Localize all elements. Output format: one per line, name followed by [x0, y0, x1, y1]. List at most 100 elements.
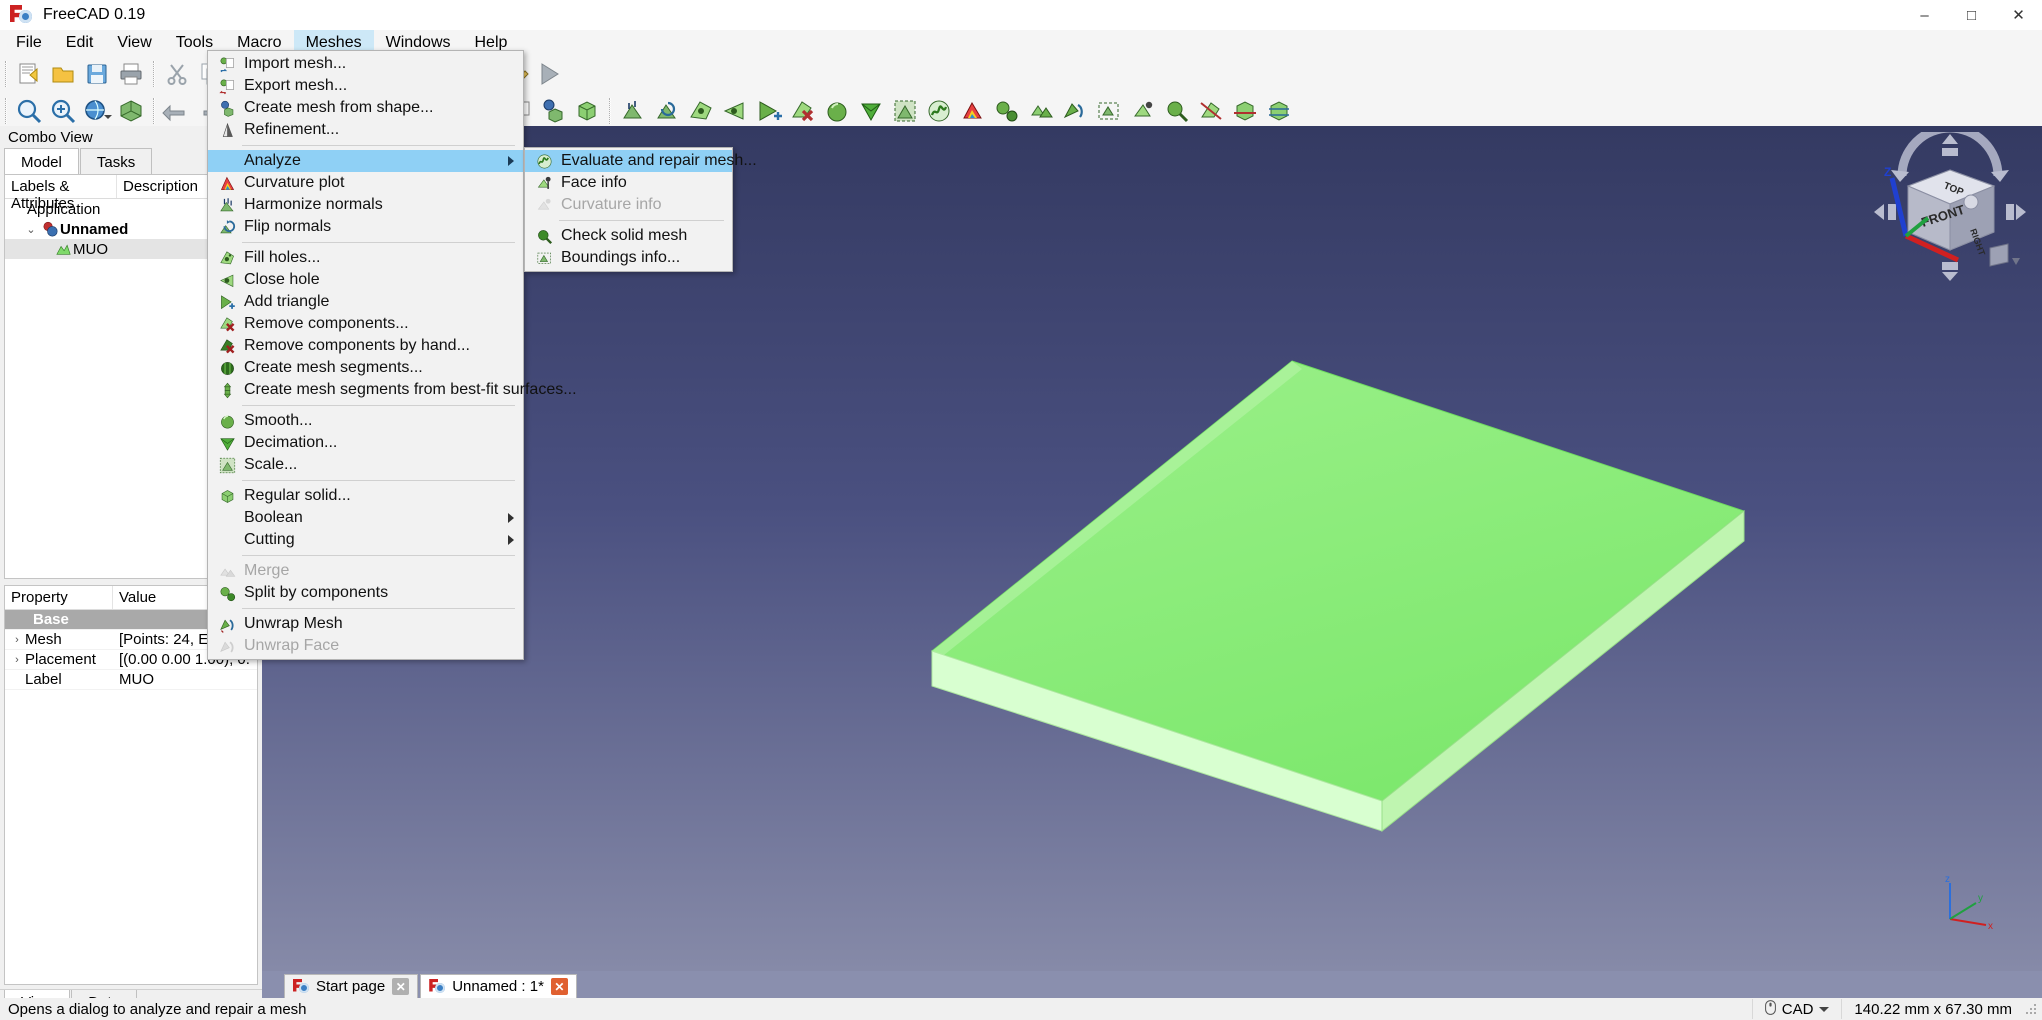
menubar-item-view[interactable]: View — [105, 30, 163, 55]
tab-tasks[interactable]: Tasks — [79, 148, 153, 174]
harmonize-normals-icon[interactable] — [616, 95, 650, 127]
remove-components-icon[interactable] — [786, 95, 820, 127]
section-mesh-icon[interactable] — [1228, 95, 1262, 127]
tree-item-label: Application — [27, 200, 101, 218]
property-value-cell[interactable]: MUO — [113, 671, 257, 688]
menu-item-fill-holes[interactable]: Fill holes... — [208, 247, 523, 269]
menu-item-remove-components[interactable]: Remove components... — [208, 313, 523, 335]
meshes-dropdown-menu[interactable]: Import mesh... Export mesh... Create mesh … — [207, 50, 577, 660]
menu-item-harmonize-normals[interactable]: Harmonize normals — [208, 194, 523, 216]
axonometric-icon[interactable] — [114, 95, 148, 127]
menu-item-flip-normals[interactable]: Flip normals — [208, 216, 523, 238]
navigation-style-selector[interactable]: CAD — [1751, 999, 1842, 1019]
menu-item-face-info[interactable]: Face info — [525, 172, 732, 194]
close-icon[interactable]: ✕ — [550, 978, 568, 995]
unwrap-face-icon — [214, 636, 240, 656]
menu-item-boolean[interactable]: Boolean — [208, 507, 523, 529]
menu-item-label: Harmonize normals — [244, 196, 383, 213]
cross-sections-icon[interactable] — [1262, 95, 1296, 127]
submenu-arrow-icon — [508, 156, 514, 166]
menu-item-split-by-components[interactable]: Split by components — [208, 582, 523, 604]
maximize-button[interactable]: □ — [1948, 0, 1995, 30]
mesh-from-shape-icon[interactable] — [536, 95, 570, 127]
navigation-cube[interactable]: FRONT TOP RIGHT Z — [1870, 126, 2030, 282]
new-document-icon[interactable] — [12, 58, 46, 90]
property-header-name: Property — [5, 586, 113, 609]
decimation-icon[interactable] — [854, 95, 888, 127]
add-triangle-icon[interactable] — [752, 95, 786, 127]
tab-model[interactable]: Model — [4, 148, 79, 174]
macro-execute-icon[interactable] — [532, 58, 566, 90]
property-expand-icon[interactable]: › — [9, 634, 25, 646]
menu-item-decimation[interactable]: Decimation... — [208, 432, 523, 454]
close-button[interactable]: ✕ — [1995, 0, 2042, 30]
smooth-icon[interactable] — [820, 95, 854, 127]
menu-item-add-triangle[interactable]: Add triangle — [208, 291, 523, 313]
menu-item-remove-components-by-hand[interactable]: Remove components by hand... — [208, 335, 523, 357]
menu-separator — [559, 220, 724, 221]
menu-item-import-mesh[interactable]: Import mesh... — [208, 53, 523, 75]
tab-label: Tasks — [96, 153, 136, 171]
menu-item-boundings-info[interactable]: Boundings info... — [525, 247, 732, 269]
merge-icon[interactable] — [1024, 95, 1058, 127]
navcube-z-label: Z — [1884, 165, 1891, 179]
mouse-icon — [1764, 999, 1776, 1019]
menubar-item-file[interactable]: File — [4, 30, 54, 55]
property-name-cell: › Mesh — [5, 631, 113, 648]
menu-item-unwrap-mesh[interactable]: Unwrap Mesh — [208, 613, 523, 635]
close-hole-icon[interactable] — [718, 95, 752, 127]
menu-item-create-mesh-segments[interactable]: Create mesh segments... — [208, 357, 523, 379]
print-icon[interactable] — [114, 58, 148, 90]
unwrap-mesh-icon[interactable] — [1058, 95, 1092, 127]
evaluate-repair-icon[interactable] — [922, 95, 956, 127]
menu-item-close-hole[interactable]: Close hole — [208, 269, 523, 291]
harmonize-normals-icon — [214, 195, 240, 215]
check-solid-mesh-icon[interactable] — [1160, 95, 1194, 127]
curvature-info-icon — [531, 195, 557, 215]
menu-item-create-mesh-segments-from-best-fit-surfaces[interactable]: Create mesh segments from best-fit surfa… — [208, 379, 577, 401]
document-tab-unnamed-1[interactable]: Unnamed : 1* ✕ — [420, 974, 577, 998]
property-row-label[interactable]: Label MUO — [5, 670, 257, 690]
split-components-icon[interactable] — [990, 95, 1024, 127]
face-info-icon[interactable] — [1126, 95, 1160, 127]
menu-item-scale[interactable]: Scale... — [208, 454, 523, 476]
menu-item-cutting[interactable]: Cutting — [208, 529, 523, 551]
menu-item-check-solid-mesh[interactable]: Check solid mesh — [525, 225, 732, 247]
navigation-style-label: CAD — [1781, 1000, 1814, 1018]
draw-style-icon[interactable] — [80, 95, 114, 127]
menu-item-refinement[interactable]: Refinement... — [208, 119, 523, 141]
menu-item-evaluate-and-repair-mesh[interactable]: Evaluate and repair mesh... — [525, 150, 757, 172]
menu-item-curvature-plot[interactable]: Curvature plot — [208, 172, 523, 194]
fit-all-icon[interactable] — [12, 95, 46, 127]
cut-icon[interactable] — [160, 58, 194, 90]
menubar-item-edit[interactable]: Edit — [54, 30, 106, 55]
menu-item-smooth[interactable]: Smooth... — [208, 410, 523, 432]
menu-item-analyze[interactable]: Analyze — [208, 150, 523, 172]
tree-expand-icon[interactable]: ⌄ — [22, 223, 40, 236]
regular-solid-icon[interactable] — [570, 95, 604, 127]
fill-holes-icon[interactable] — [684, 95, 718, 127]
tree-header-labels: Labels & Attributes — [5, 175, 117, 212]
nav-back-icon[interactable] — [160, 95, 194, 127]
curvature-plot-icon[interactable] — [956, 95, 990, 127]
flip-normals-icon[interactable] — [650, 95, 684, 127]
face-info-icon — [531, 173, 557, 193]
trim-mesh-icon[interactable] — [1194, 95, 1228, 127]
menu-separator — [242, 480, 515, 481]
scale-icon[interactable] — [888, 95, 922, 127]
open-document-icon[interactable] — [46, 58, 80, 90]
close-icon[interactable]: ✕ — [392, 978, 410, 995]
analyze-submenu[interactable]: Evaluate and repair mesh... Face info Curv… — [524, 147, 757, 272]
menubar-item-label: Help — [474, 33, 508, 51]
menu-item-export-mesh[interactable]: Export mesh... — [208, 75, 523, 97]
boundings-info-icon[interactable] — [1092, 95, 1126, 127]
document-tab-start-page[interactable]: Start page ✕ — [284, 974, 419, 998]
menu-item-regular-solid[interactable]: Regular solid... — [208, 485, 523, 507]
minimize-button[interactable]: – — [1901, 0, 1948, 30]
fit-selection-icon[interactable] — [46, 95, 80, 127]
save-document-icon[interactable] — [80, 58, 114, 90]
property-expand-icon[interactable]: › — [9, 654, 25, 666]
menu-item-create-mesh-from-shape[interactable]: Create mesh from shape... — [208, 97, 523, 119]
status-right-group: CAD 140.22 mm x 67.30 mm — [1751, 998, 2042, 1020]
resize-grip[interactable] — [2024, 1002, 2038, 1016]
